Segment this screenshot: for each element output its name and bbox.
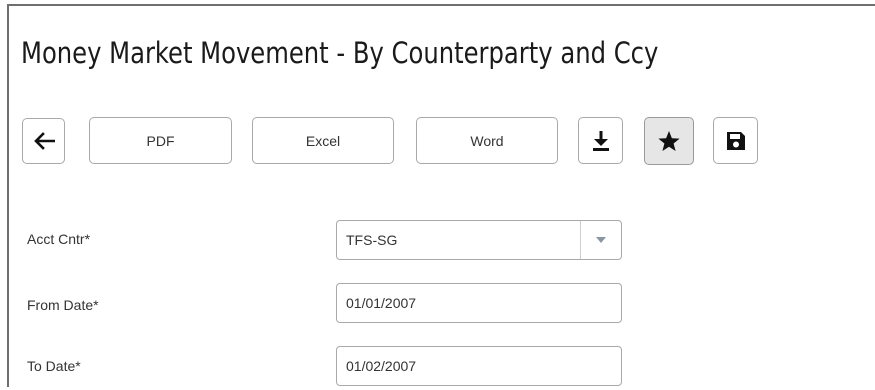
from-date-label: From Date* [27,297,99,313]
excel-button[interactable]: Excel [252,117,394,164]
back-button[interactable] [22,118,65,164]
save-icon [725,130,747,152]
from-date-value: 01/01/2007 [346,295,417,311]
download-button[interactable] [578,117,623,164]
save-button[interactable] [713,117,758,164]
word-button[interactable]: Word [416,117,558,164]
download-icon [591,130,611,152]
arrow-left-icon [33,132,55,150]
caret-down-icon [596,237,606,243]
dropdown-toggle[interactable] [580,221,621,259]
to-date-value: 01/02/2007 [346,358,417,374]
page-title: Money Market Movement - By Counterparty … [21,36,659,70]
to-date-label: To Date* [27,358,81,374]
acct-cntr-value: TFS-SG [346,232,398,248]
to-date-field[interactable]: 01/02/2007 [336,346,622,386]
pdf-button[interactable]: PDF [89,117,232,164]
from-date-field[interactable]: 01/01/2007 [336,283,622,323]
acct-cntr-select[interactable]: TFS-SG [336,220,622,260]
favorite-button[interactable] [644,117,694,165]
acct-cntr-label: Acct Cntr* [27,231,91,247]
star-icon [657,130,681,153]
